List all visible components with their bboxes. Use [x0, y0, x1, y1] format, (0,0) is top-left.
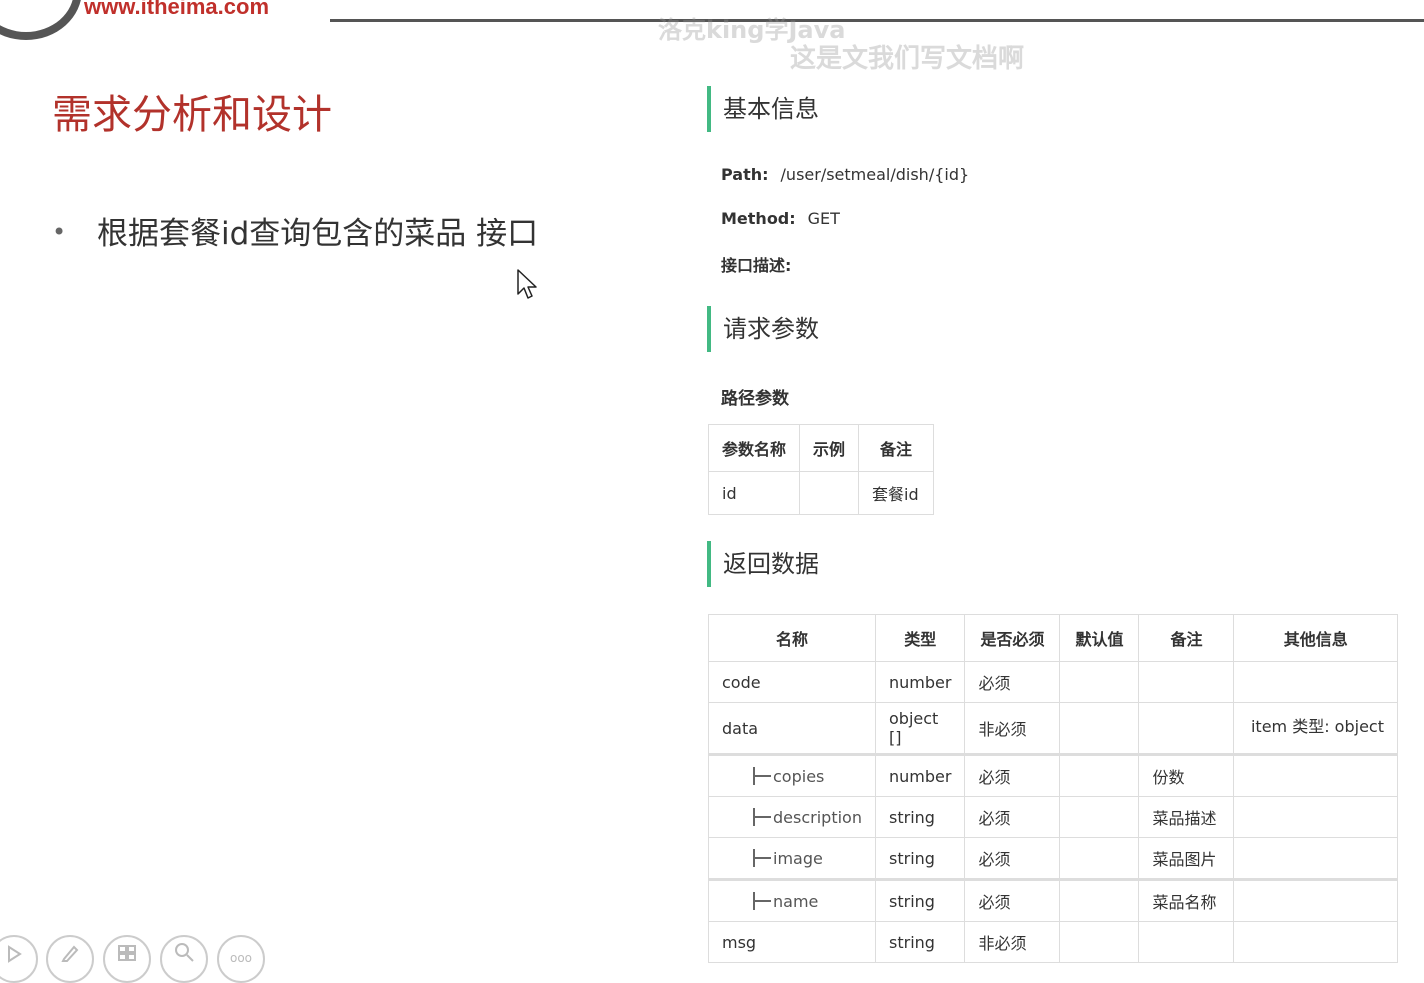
field-name-nested: name — [708, 878, 876, 922]
table-row: copies number 必须 份数 — [708, 753, 1398, 797]
tree-branch-icon — [753, 848, 773, 867]
table-header-cell: 备注 — [858, 424, 935, 472]
field-note: 菜品图片 — [1138, 837, 1235, 880]
table-row: image string 必须 菜品图片 — [708, 837, 1398, 880]
table-cell — [799, 471, 860, 515]
logo-url: www.itheima.com — [84, 0, 270, 19]
table-row: code number 必须 — [708, 661, 1398, 703]
table-row: id 套餐id — [707, 471, 935, 515]
tree-branch-icon — [753, 807, 773, 826]
mouse-cursor-icon — [517, 269, 537, 299]
field-required: 必须 — [964, 796, 1061, 838]
method-value: GET — [807, 209, 840, 228]
field-default — [1059, 796, 1140, 838]
field-name: data — [708, 702, 876, 755]
field-note — [1138, 661, 1235, 703]
table-cell: 套餐id — [858, 471, 935, 515]
table-row: name string 必须 菜品名称 — [708, 878, 1398, 922]
field-default — [1059, 921, 1140, 963]
field-type: string — [874, 837, 966, 880]
field-name: code — [708, 661, 876, 703]
field-name: image — [773, 848, 823, 868]
table-header-row: 名称 类型 是否必须 默认值 备注 其他信息 — [708, 614, 1398, 662]
section-basic-info: 基本信息 — [707, 86, 819, 132]
slides-icon[interactable] — [103, 935, 151, 983]
table-header-cell: 参数名称 — [707, 424, 801, 472]
pen-icon[interactable] — [46, 935, 94, 983]
path-params-table: 参数名称 示例 备注 id 套餐id — [707, 424, 935, 515]
field-note: 菜品描述 — [1138, 796, 1235, 838]
path-value: /user/setmeal/dish/{id} — [780, 165, 970, 184]
tree-branch-icon — [753, 766, 773, 785]
section-response: 返回数据 — [707, 541, 819, 587]
watermark: 这是文我们写文档啊 — [790, 44, 1025, 74]
method-row: Method: GET — [721, 209, 840, 228]
field-note — [1138, 702, 1235, 755]
field-other — [1233, 753, 1398, 797]
desc-label: 接口描述: — [721, 256, 792, 275]
table-row: data object [] 非必须 item 类型: object — [708, 702, 1398, 755]
path-params-title: 路径参数 — [721, 389, 789, 409]
desc-row: 接口描述: — [721, 252, 803, 276]
play-icon[interactable] — [0, 935, 38, 983]
table-row: description string 必须 菜品描述 — [708, 796, 1398, 838]
field-note: 份数 — [1138, 753, 1235, 797]
zoom-icon[interactable] — [160, 935, 208, 983]
field-default — [1059, 753, 1140, 797]
field-other — [1233, 796, 1398, 838]
field-default — [1059, 837, 1140, 880]
section-request-params: 请求参数 — [707, 306, 819, 352]
table-header-cell: 类型 — [874, 614, 966, 662]
logo-arc-icon — [0, 0, 82, 40]
table-row: msg string 非必须 — [708, 921, 1398, 963]
table-cell: id — [707, 471, 801, 515]
field-required: 必须 — [964, 661, 1061, 703]
field-other — [1233, 661, 1398, 703]
field-other — [1233, 837, 1398, 880]
field-default — [1059, 702, 1140, 755]
slide-title: 需求分析和设计 — [52, 92, 332, 138]
bullet-text: 根据套餐id查询包含的菜品 接口 — [97, 216, 539, 252]
more-icon[interactable]: ooo — [217, 935, 265, 983]
table-header-row: 参数名称 示例 备注 — [707, 424, 935, 472]
field-default — [1059, 661, 1140, 703]
field-type: string — [874, 878, 966, 922]
field-name: msg — [708, 921, 876, 963]
table-header-cell: 其他信息 — [1233, 614, 1398, 662]
field-default — [1059, 878, 1140, 922]
field-name-nested: image — [708, 837, 876, 880]
path-row: Path: /user/setmeal/dish/{id} — [721, 165, 969, 184]
path-label: Path: — [721, 165, 769, 184]
field-type: number — [874, 753, 966, 797]
table-header-cell: 示例 — [799, 424, 860, 472]
response-table: 名称 类型 是否必须 默认值 备注 其他信息 code number 必须 da… — [708, 614, 1398, 963]
bullet-dot: • — [52, 218, 67, 246]
field-name: copies — [773, 766, 825, 786]
field-other: item 类型: object — [1233, 702, 1398, 755]
field-type: object [] — [874, 702, 966, 755]
field-name-nested: description — [708, 796, 876, 838]
field-type: string — [874, 921, 966, 963]
field-name-nested: copies — [708, 753, 876, 797]
table-header-cell: 默认值 — [1059, 614, 1140, 662]
field-name: description — [773, 807, 862, 827]
field-name: name — [773, 891, 819, 911]
field-note — [1138, 921, 1235, 963]
table-header-cell: 备注 — [1138, 614, 1235, 662]
field-required: 必须 — [964, 753, 1061, 797]
field-required: 必须 — [964, 837, 1061, 880]
field-required: 非必须 — [964, 921, 1061, 963]
field-other — [1233, 921, 1398, 963]
field-type: string — [874, 796, 966, 838]
table-header-cell: 名称 — [708, 614, 876, 662]
header-divider — [330, 19, 1424, 22]
field-note: 菜品名称 — [1138, 878, 1235, 922]
method-label: Method: — [721, 209, 796, 228]
field-required: 非必须 — [964, 702, 1061, 755]
field-type: number — [874, 661, 966, 703]
tree-branch-icon — [753, 891, 773, 910]
field-required: 必须 — [964, 878, 1061, 922]
field-other — [1233, 878, 1398, 922]
table-header-cell: 是否必须 — [964, 614, 1061, 662]
